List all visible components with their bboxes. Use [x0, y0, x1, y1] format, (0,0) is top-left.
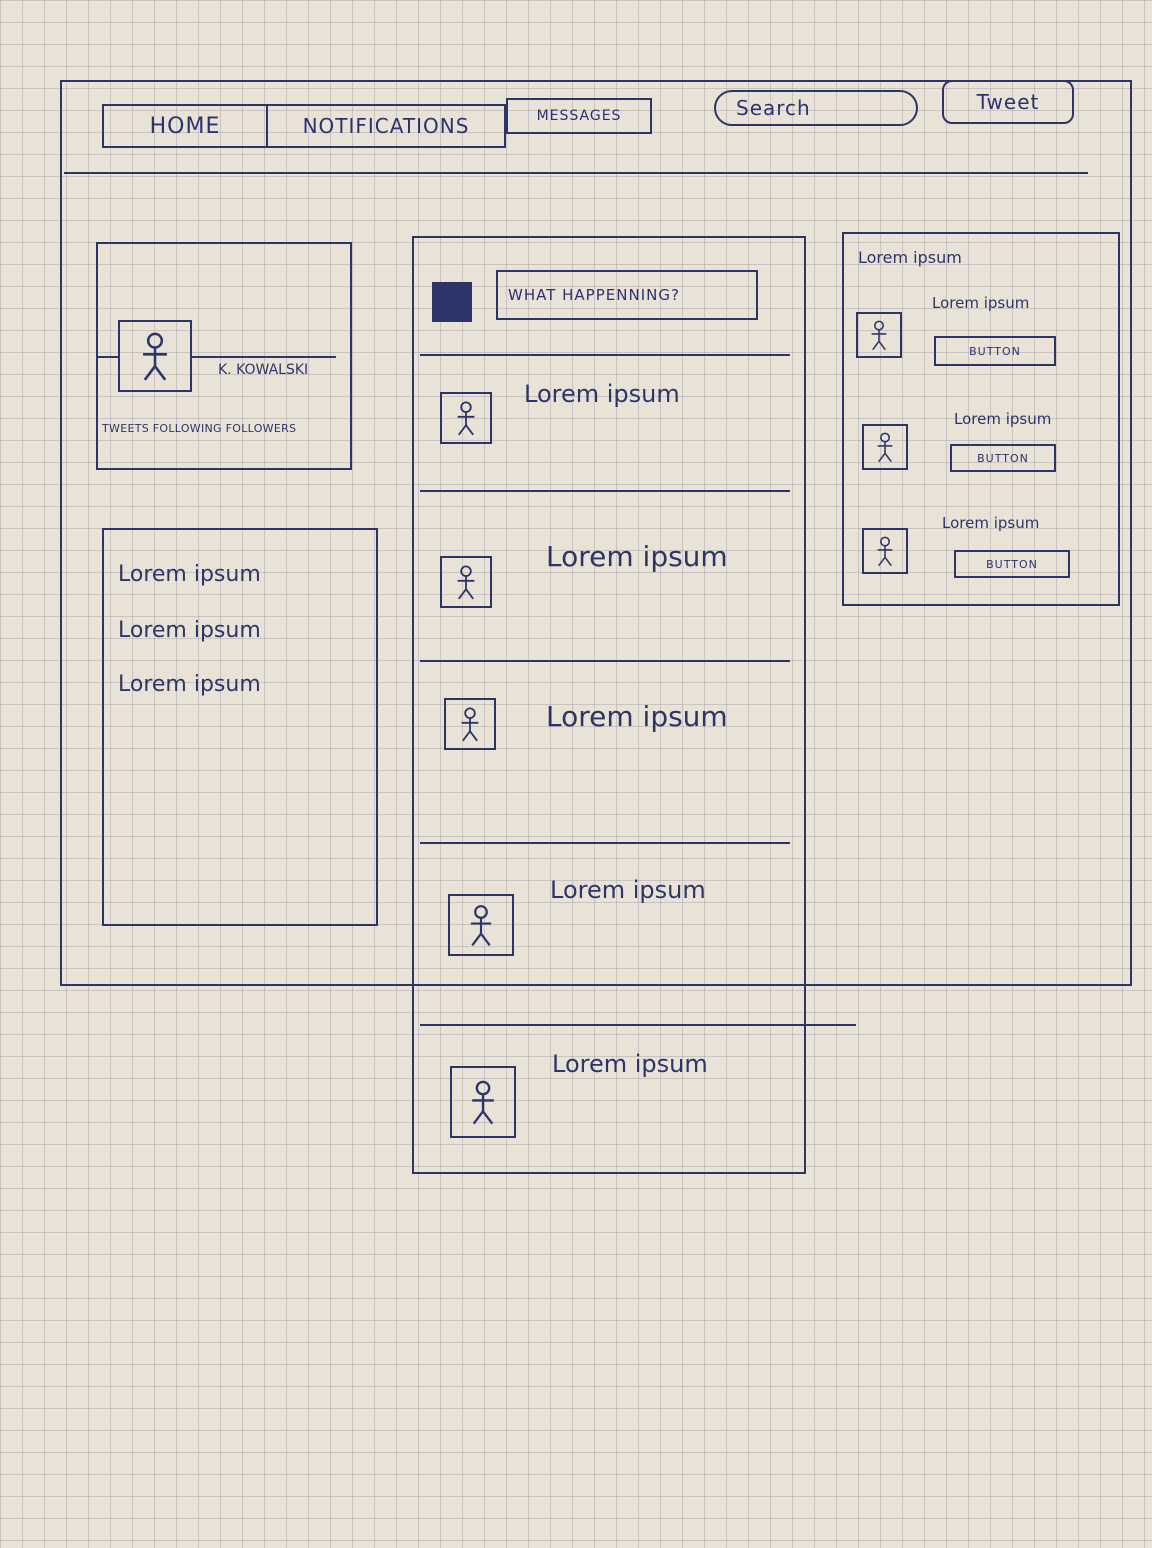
tweet-text: Lorem ipsum [552, 1050, 708, 1078]
tweet-avatar[interactable] [440, 392, 492, 444]
tweet-text: Lorem ipsum [524, 380, 680, 408]
profile-banner-line [96, 356, 118, 358]
tweet-avatar[interactable] [448, 894, 514, 956]
suggestion-name: Lorem ipsum [932, 294, 1030, 312]
person-icon [457, 565, 475, 600]
search-input[interactable]: Search [714, 90, 918, 126]
tweet-text: Lorem ipsum [546, 540, 728, 573]
compose-input[interactable]: WHAT HAPPENNING? [496, 270, 758, 320]
list-item[interactable]: Lorem ipsum [118, 618, 261, 643]
header-divider [64, 172, 1088, 174]
left-list-panel [102, 528, 378, 926]
tweet-button[interactable]: Tweet [942, 80, 1074, 124]
follow-button[interactable]: BUTTON [950, 444, 1056, 472]
person-icon [472, 1080, 494, 1125]
suggestion-name: Lorem ipsum [942, 514, 1040, 532]
profile-name[interactable]: K. KOWALSKI [218, 362, 308, 378]
tweet-text: Lorem ipsum [550, 876, 706, 904]
profile-stats[interactable]: TWEETS FOLLOWING FOLLOWERS [102, 422, 296, 435]
follow-button[interactable]: BUTTON [934, 336, 1056, 366]
nav-notifications-tab[interactable]: NOTIFICATIONS [266, 104, 506, 148]
feed-divider [420, 1024, 856, 1026]
person-icon [470, 905, 492, 946]
person-icon [877, 432, 893, 463]
suggestions-title: Lorem ipsum [858, 248, 962, 267]
avatar[interactable] [118, 320, 192, 392]
person-icon [143, 332, 167, 381]
tweet-avatar[interactable] [444, 698, 496, 750]
suggestion-name: Lorem ipsum [954, 410, 1052, 428]
person-icon [457, 401, 475, 436]
nav-home-tab[interactable]: HOME [102, 104, 268, 148]
profile-banner-line [192, 356, 336, 358]
person-icon [461, 707, 479, 742]
feed-divider [420, 354, 790, 356]
person-icon [877, 536, 893, 567]
feed-divider [420, 842, 790, 844]
tweet-avatar[interactable] [450, 1066, 516, 1138]
suggestion-avatar[interactable] [862, 528, 908, 574]
suggestion-avatar[interactable] [862, 424, 908, 470]
list-item[interactable]: Lorem ipsum [118, 672, 261, 697]
compose-avatar-icon [432, 282, 472, 322]
follow-button[interactable]: BUTTON [954, 550, 1070, 578]
suggestion-avatar[interactable] [856, 312, 902, 358]
list-item[interactable]: Lorem ipsum [118, 562, 261, 587]
person-icon [871, 320, 887, 351]
feed-divider [420, 660, 790, 662]
feed-divider [420, 490, 790, 492]
tweet-avatar[interactable] [440, 556, 492, 608]
nav-messages-tab[interactable]: MESSAGES [506, 98, 652, 134]
tweet-text: Lorem ipsum [546, 700, 728, 733]
